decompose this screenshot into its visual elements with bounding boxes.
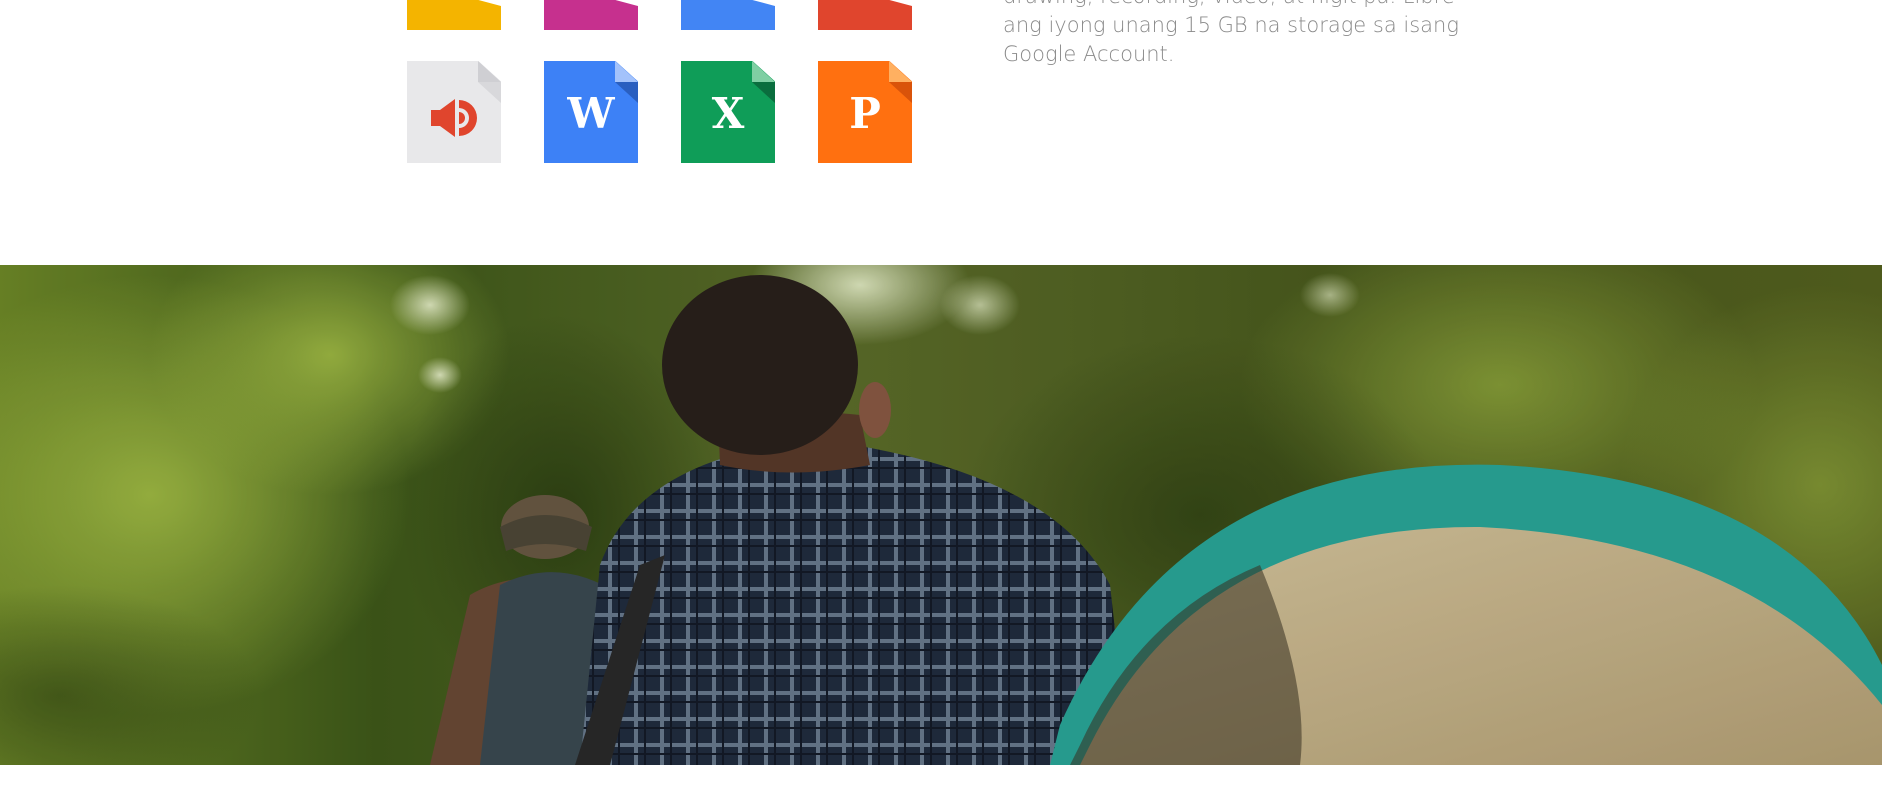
powerpoint-glyph: P	[849, 89, 881, 138]
word-glyph: W	[567, 89, 615, 138]
excel-glyph: X	[711, 89, 745, 138]
magenta-file-icon	[544, 0, 638, 30]
page: W X P drawing, recording, video, at higi…	[0, 0, 1882, 809]
hikers-with-surfboard-forest-photo	[0, 265, 1882, 765]
powerpoint-file-icon: P	[818, 61, 912, 163]
storage-description: drawing, recording, video, at higit pa. …	[1003, 0, 1459, 66]
blue-file-icon	[681, 0, 775, 30]
file-type-icon-grid: W X P	[407, 0, 927, 170]
excel-file-icon: X	[681, 61, 775, 163]
word-file-icon: W	[544, 61, 638, 163]
hero-photo	[0, 265, 1882, 765]
red-file-icon	[818, 0, 912, 30]
audio-file-icon	[407, 61, 501, 163]
yellow-file-icon	[407, 0, 501, 30]
speaker-icon	[431, 99, 477, 137]
